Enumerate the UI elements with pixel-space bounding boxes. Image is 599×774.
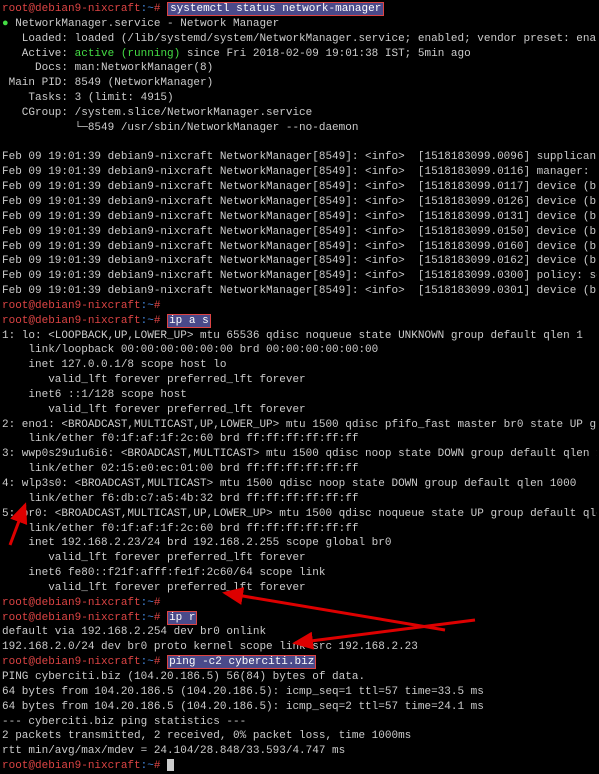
ip-line: link/ether 02:15:e0:ec:01:00 brd ff:ff:f… (2, 462, 597, 477)
prompt-user: root (2, 3, 28, 15)
cgroup-line1: CGroup: /system.slice/NetworkManager.ser… (2, 106, 597, 121)
log-line: Feb 09 19:01:39 debian9-nixcraft Network… (2, 284, 597, 299)
loaded-line: Loaded: loaded (/lib/systemd/system/Netw… (2, 32, 597, 47)
ip-line: 2: eno1: <BROADCAST,MULTICAST,UP,LOWER_U… (2, 418, 597, 433)
ip-line: inet6 ::1/128 scope host (2, 388, 597, 403)
command-ping: ping -c2 cyberciti.biz (167, 655, 316, 669)
terminal-output: root@debian9-nixcraft:~# systemctl statu… (2, 2, 597, 774)
service-header: ● NetworkManager.service - Network Manag… (2, 17, 597, 32)
ip-line: inet 192.168.2.23/24 brd 192.168.2.255 s… (2, 536, 597, 551)
command-ip-r: ip r (167, 611, 197, 625)
log-line: Feb 09 19:01:39 debian9-nixcraft Network… (2, 150, 597, 165)
ip-line: valid_lft forever preferred_lft forever (2, 373, 597, 388)
ip-line: inet6 fe80::f21f:afff:fe1f:2c60/64 scope… (2, 566, 597, 581)
blank (2, 136, 597, 151)
ping-line: --- cyberciti.biz ping statistics --- (2, 715, 597, 730)
prompt-line-4[interactable]: root@debian9-nixcraft:~# ping -c2 cyberc… (2, 655, 597, 670)
prompt-line-2[interactable]: root@debian9-nixcraft:~# ip a s (2, 314, 597, 329)
prompt-final[interactable]: root@debian9-nixcraft:~# (2, 759, 597, 774)
ping-line: 64 bytes from 104.20.186.5 (104.20.186.5… (2, 685, 597, 700)
ip-line: link/ether f6:db:c7:a5:4b:32 brd ff:ff:f… (2, 492, 597, 507)
ip-line: link/ether f0:1f:af:1f:2c:60 brd ff:ff:f… (2, 522, 597, 537)
log-line: Feb 09 19:01:39 debian9-nixcraft Network… (2, 225, 597, 240)
log-line: Feb 09 19:01:39 debian9-nixcraft Network… (2, 269, 597, 284)
ping-line: PING cyberciti.biz (104.20.186.5) 56(84)… (2, 670, 597, 685)
route-line: default via 192.168.2.254 dev br0 onlink (2, 625, 597, 640)
cursor-block (167, 759, 174, 771)
ip-line: inet 127.0.0.1/8 scope host lo (2, 358, 597, 373)
prompt-line-1[interactable]: root@debian9-nixcraft:~# systemctl statu… (2, 2, 597, 17)
tasks-line: Tasks: 3 (limit: 4915) (2, 91, 597, 106)
log-line: Feb 09 19:01:39 debian9-nixcraft Network… (2, 240, 597, 255)
cgroup-line2: └─8549 /usr/sbin/NetworkManager --no-dae… (2, 121, 597, 136)
ip-line: link/ether f0:1f:af:1f:2c:60 brd ff:ff:f… (2, 432, 597, 447)
ping-line: rtt min/avg/max/mdev = 24.104/28.848/33.… (2, 744, 597, 759)
command-systemctl: systemctl status network-manager (167, 2, 384, 16)
active-line: Active: active (running) since Fri 2018-… (2, 47, 597, 62)
pid-line: Main PID: 8549 (NetworkManager) (2, 76, 597, 91)
ip-line: 4: wlp3s0: <BROADCAST,MULTICAST> mtu 150… (2, 477, 597, 492)
prompt-empty[interactable]: root@debian9-nixcraft:~# (2, 299, 597, 314)
ip-line: 3: wwp0s29u1u6i6: <BROADCAST,MULTICAST> … (2, 447, 597, 462)
log-line: Feb 09 19:01:39 debian9-nixcraft Network… (2, 195, 597, 210)
log-line: Feb 09 19:01:39 debian9-nixcraft Network… (2, 210, 597, 225)
log-line: Feb 09 19:01:39 debian9-nixcraft Network… (2, 254, 597, 269)
ping-line: 2 packets transmitted, 2 received, 0% pa… (2, 729, 597, 744)
log-line: Feb 09 19:01:39 debian9-nixcraft Network… (2, 180, 597, 195)
prompt-empty[interactable]: root@debian9-nixcraft:~# (2, 596, 597, 611)
ping-line: 64 bytes from 104.20.186.5 (104.20.186.5… (2, 700, 597, 715)
ip-line: valid_lft forever preferred_lft forever (2, 581, 597, 596)
route-line: 192.168.2.0/24 dev br0 proto kernel scop… (2, 640, 597, 655)
ip-line: valid_lft forever preferred_lft forever (2, 403, 597, 418)
ip-line: 5: br0: <BROADCAST,MULTICAST,UP,LOWER_UP… (2, 507, 597, 522)
ip-line: link/loopback 00:00:00:00:00:00 brd 00:0… (2, 343, 597, 358)
ip-line: valid_lft forever preferred_lft forever (2, 551, 597, 566)
ip-line: 1: lo: <LOOPBACK,UP,LOWER_UP> mtu 65536 … (2, 329, 597, 344)
prompt-line-3[interactable]: root@debian9-nixcraft:~# ip r (2, 611, 597, 626)
command-ip-a-s: ip a s (167, 314, 211, 328)
log-line: Feb 09 19:01:39 debian9-nixcraft Network… (2, 165, 597, 180)
docs-line: Docs: man:NetworkManager(8) (2, 61, 597, 76)
